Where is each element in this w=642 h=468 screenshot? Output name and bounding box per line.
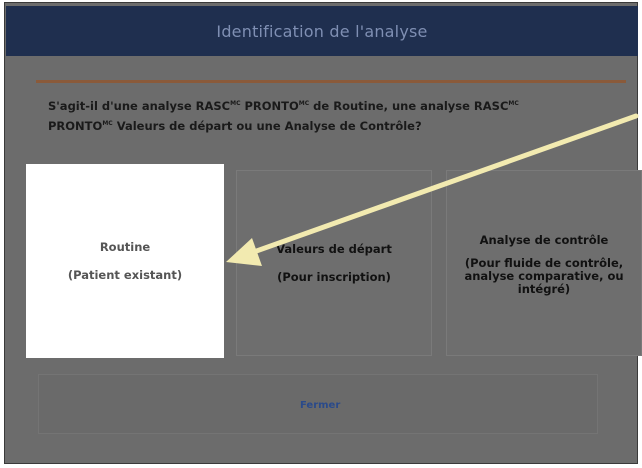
control-option-title: Analyse de contrôle [479, 232, 609, 247]
question-text: S'agit-il d'une analyse RASCMC PRONTOMC … [48, 99, 519, 133]
control-option-subtitle: (Pour fluide de contrôle, analyse compar… [464, 255, 624, 296]
routine-option-title: Routine [99, 240, 151, 254]
baseline-option-subtitle: (Pour inscription) [277, 270, 391, 284]
header-divider [36, 80, 626, 83]
dialog-title: Identification de l'analyse [216, 21, 428, 41]
baseline-option[interactable]: Valeurs de départ (Pour inscription) [236, 170, 432, 356]
dialog-header: Identification de l'analyse [6, 6, 638, 56]
close-button[interactable]: Fermer [300, 400, 340, 411]
routine-option-subtitle: (Patient existant) [67, 268, 183, 282]
routine-option[interactable]: Routine (Patient existant) [26, 164, 224, 358]
baseline-option-title: Valeurs de départ [276, 242, 392, 256]
control-option[interactable]: Analyse de contrôle (Pour fluide de cont… [446, 170, 642, 356]
